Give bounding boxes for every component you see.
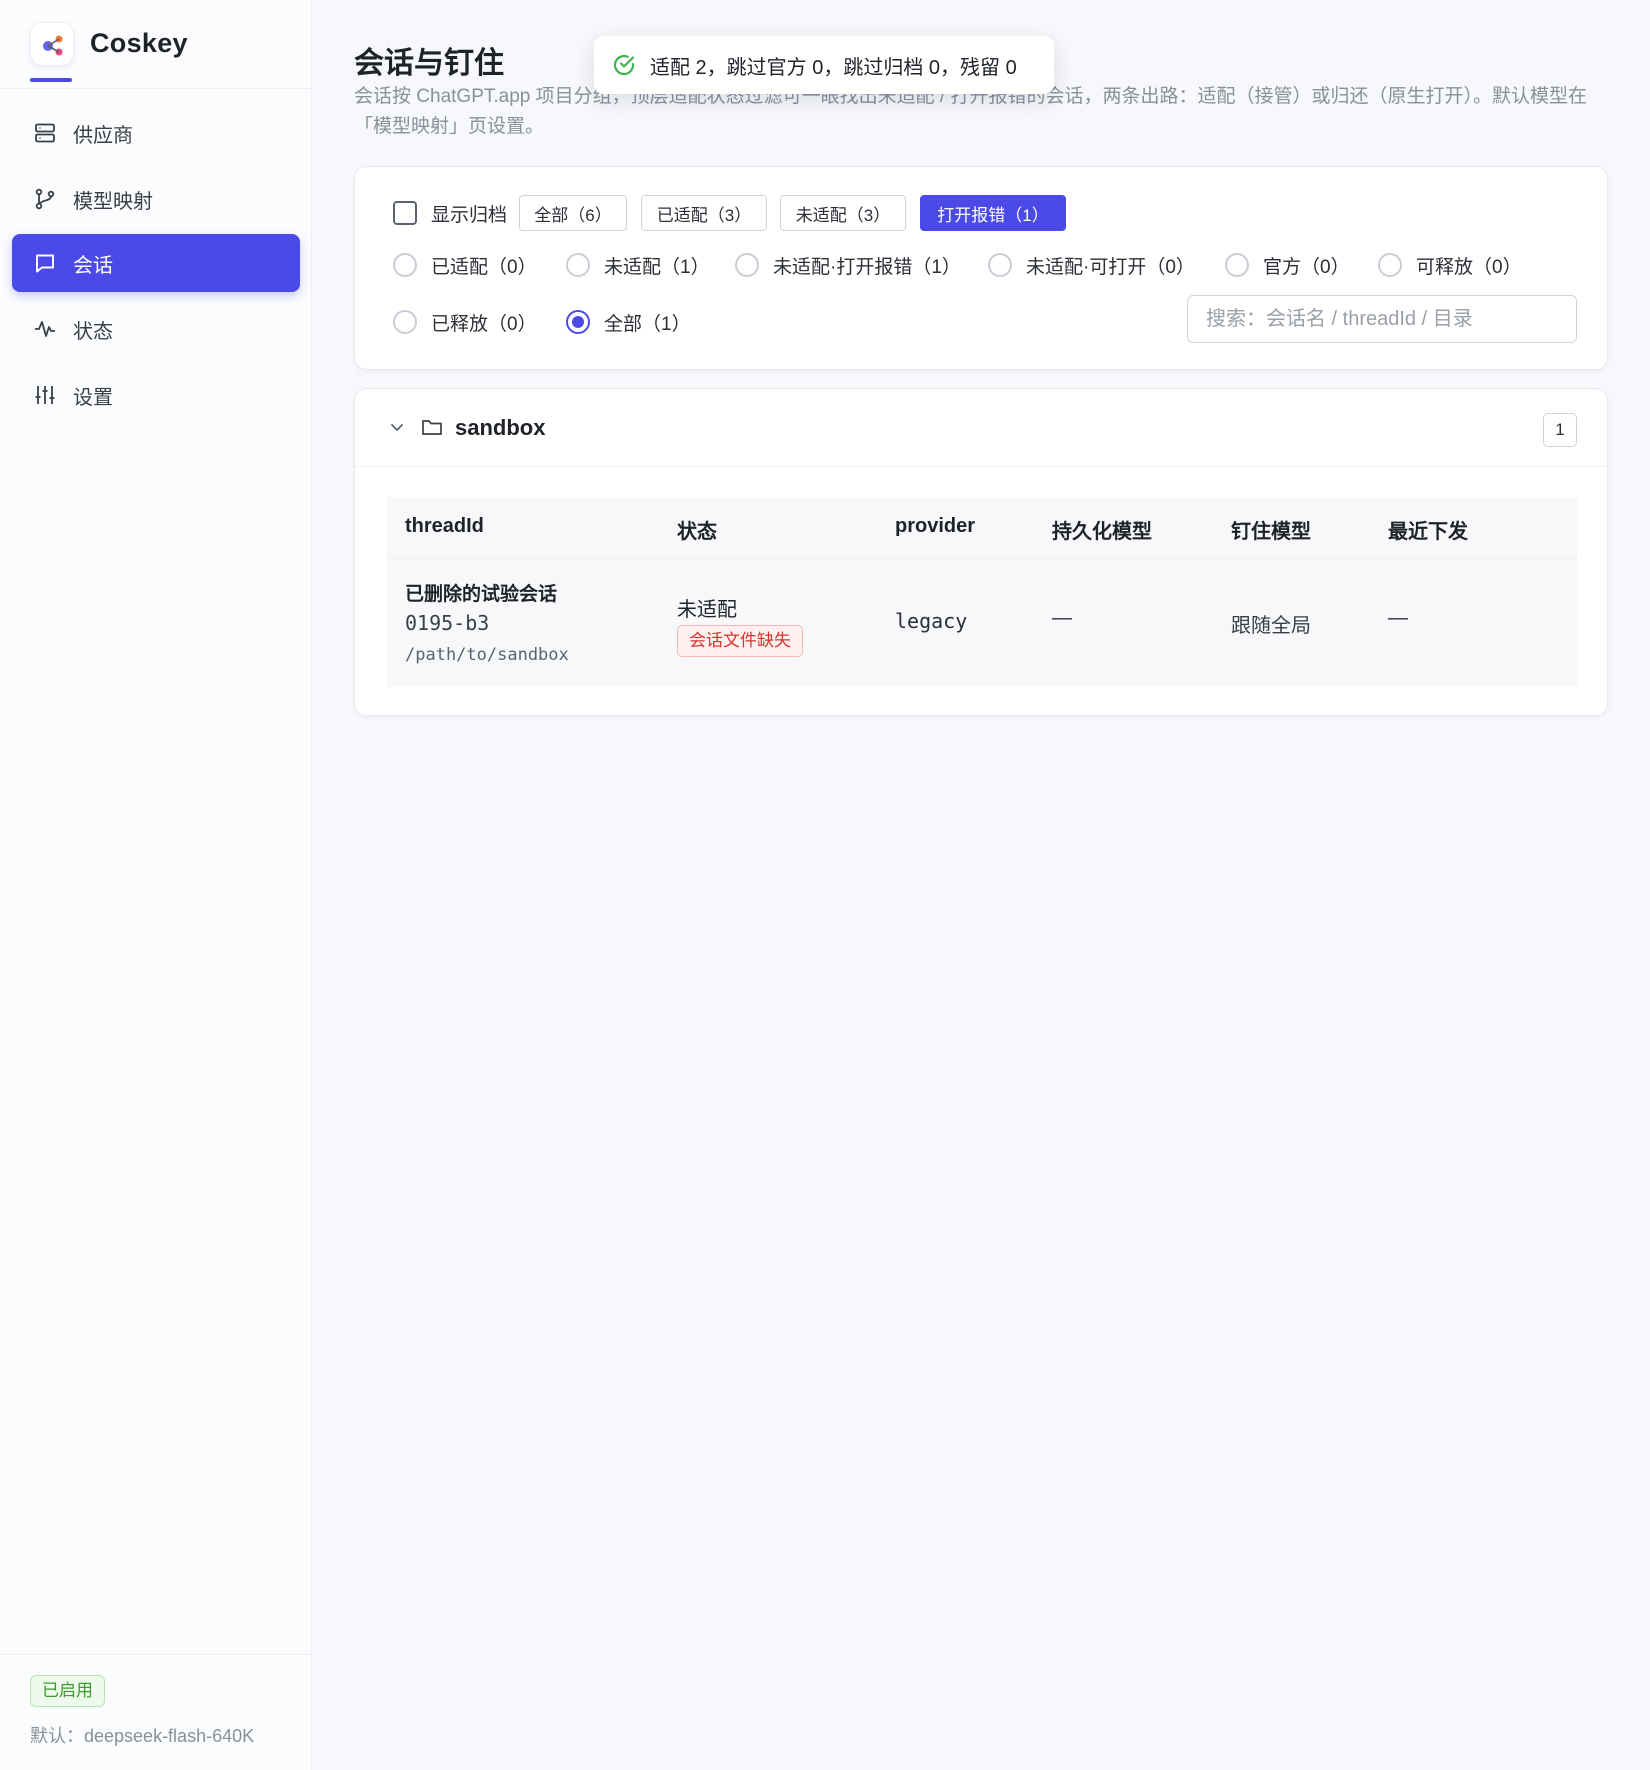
search-input[interactable] [1187,295,1577,343]
sidebar-item-label: 供应商 [73,124,133,147]
group-panel-sandbox: sandbox 1 threadId 状态 provider 持久化模型 钉住模… [354,388,1608,716]
chip-adapted[interactable]: 已适配（3） [641,195,767,231]
radio-button[interactable] [393,253,417,277]
app-logo [30,22,74,66]
radio-button[interactable] [566,253,590,277]
group-header[interactable]: sandbox 1 [355,389,1607,467]
recent-dispatch-value: — [1388,607,1408,629]
status-tag: 会话文件缺失 [677,625,803,657]
radio-button[interactable] [566,310,590,334]
sidebar: Coskey 供应商 模型映射 会话 状态 设置 已启用 默认：deepseek… [0,0,312,1770]
folder-icon [421,417,443,442]
radio-button[interactable] [735,253,759,277]
table-row[interactable]: 已删除的试验会话 0195-b3 /path/to/sandbox 未适配 会话… [387,559,1577,687]
message-icon [33,251,57,275]
sidebar-item-label: 模型映射 [73,190,153,213]
brand[interactable]: Coskey [28,20,308,90]
sidebar-item-label: 状态 [73,320,113,343]
chip-open-error[interactable]: 打开报错（1） [920,195,1066,231]
column-header: 钉住模型 [1231,521,1311,543]
default-model-text: 默认：deepseek-flash-640K [30,1726,255,1746]
brand-underline [30,78,72,82]
thread-id: 0195-b3 [405,611,490,635]
table-header: threadId 状态 provider 持久化模型 钉住模型 最近下发 [387,497,1577,559]
radio-label: 可释放（0） [1416,256,1522,278]
radio-label: 未适配·可打开（0） [1026,256,1195,278]
sidebar-item-label: 设置 [73,386,113,409]
radio-label: 已释放（0） [431,313,537,335]
thread-path: /path/to/sandbox [405,645,569,665]
sidebar-item-label: 会话 [73,254,113,277]
radio-button[interactable] [1378,253,1402,277]
persisted-model-value: — [1052,607,1072,629]
radio-button[interactable] [988,253,1012,277]
radio-unadapted-open-error[interactable]: 未适配·打开报错（1） [735,250,961,280]
radio-unadapted-openable[interactable]: 未适配·可打开（0） [988,250,1195,280]
column-header: 最近下发 [1388,521,1468,543]
sidebar-item-sessions[interactable]: 会话 [12,234,300,292]
chevron-down-icon[interactable] [389,419,405,440]
group-name: sandbox [455,415,546,440]
radio-all[interactable]: 全部（1） [566,307,691,337]
status-badge: 已启用 [30,1675,105,1707]
show-archived-toggle[interactable]: 显示归档 [393,195,507,231]
radio-releasable[interactable]: 可释放（0） [1378,250,1522,280]
radio-official[interactable]: 官方（0） [1225,250,1350,280]
toast-message: 适配 2，跳过官方 0，跳过归档 0，残留 0 [650,56,1017,79]
radio-button[interactable] [393,310,417,334]
column-header: 持久化模型 [1052,521,1152,543]
status-text: 未适配 [677,599,737,621]
sidebar-item-settings[interactable]: 设置 [12,366,300,424]
radio-released[interactable]: 已释放（0） [393,307,537,337]
provider-value: legacy [895,609,968,633]
filter-panel: 显示归档 全部（6） 已适配（3） 未适配（3） 打开报错（1） 已适配（0） … [354,166,1608,370]
branch-icon [33,187,57,211]
app-name: Coskey [90,28,188,58]
check-circle-icon [612,53,636,77]
toast-notification: 适配 2，跳过官方 0，跳过归档 0，残留 0 [594,36,1054,94]
column-header: threadId [405,515,484,537]
radio-label: 未适配·打开报错（1） [773,256,961,278]
activity-icon [33,317,57,341]
radio-label: 官方（0） [1263,256,1350,278]
radio-label: 已适配（0） [431,256,537,278]
show-archived-checkbox[interactable] [393,201,417,225]
chip-all[interactable]: 全部（6） [519,195,627,231]
column-header: provider [895,515,976,537]
show-archived-label: 显示归档 [431,204,508,226]
radio-label: 全部（1） [604,313,691,335]
radio-adapted[interactable]: 已适配（0） [393,250,537,280]
pinned-model-value[interactable]: 跟随全局 [1231,609,1311,638]
sidebar-item-providers[interactable]: 供应商 [12,104,300,162]
radio-unadapted[interactable]: 未适配（1） [566,250,710,280]
radio-label: 未适配（1） [604,256,710,278]
radio-button[interactable] [1225,253,1249,277]
column-header: 状态 [677,521,717,543]
page-title: 会话与钉住 [354,47,504,80]
divider [0,1654,312,1655]
divider [0,88,312,89]
group-count-badge: 1 [1543,413,1577,447]
sliders-icon [33,383,57,407]
sidebar-item-status[interactable]: 状态 [12,300,300,358]
chip-unadapted[interactable]: 未适配（3） [780,195,906,231]
sidebar-item-model-mapping[interactable]: 模型映射 [12,170,300,228]
thread-name: 已删除的试验会话 [405,584,558,605]
server-icon [33,121,57,145]
